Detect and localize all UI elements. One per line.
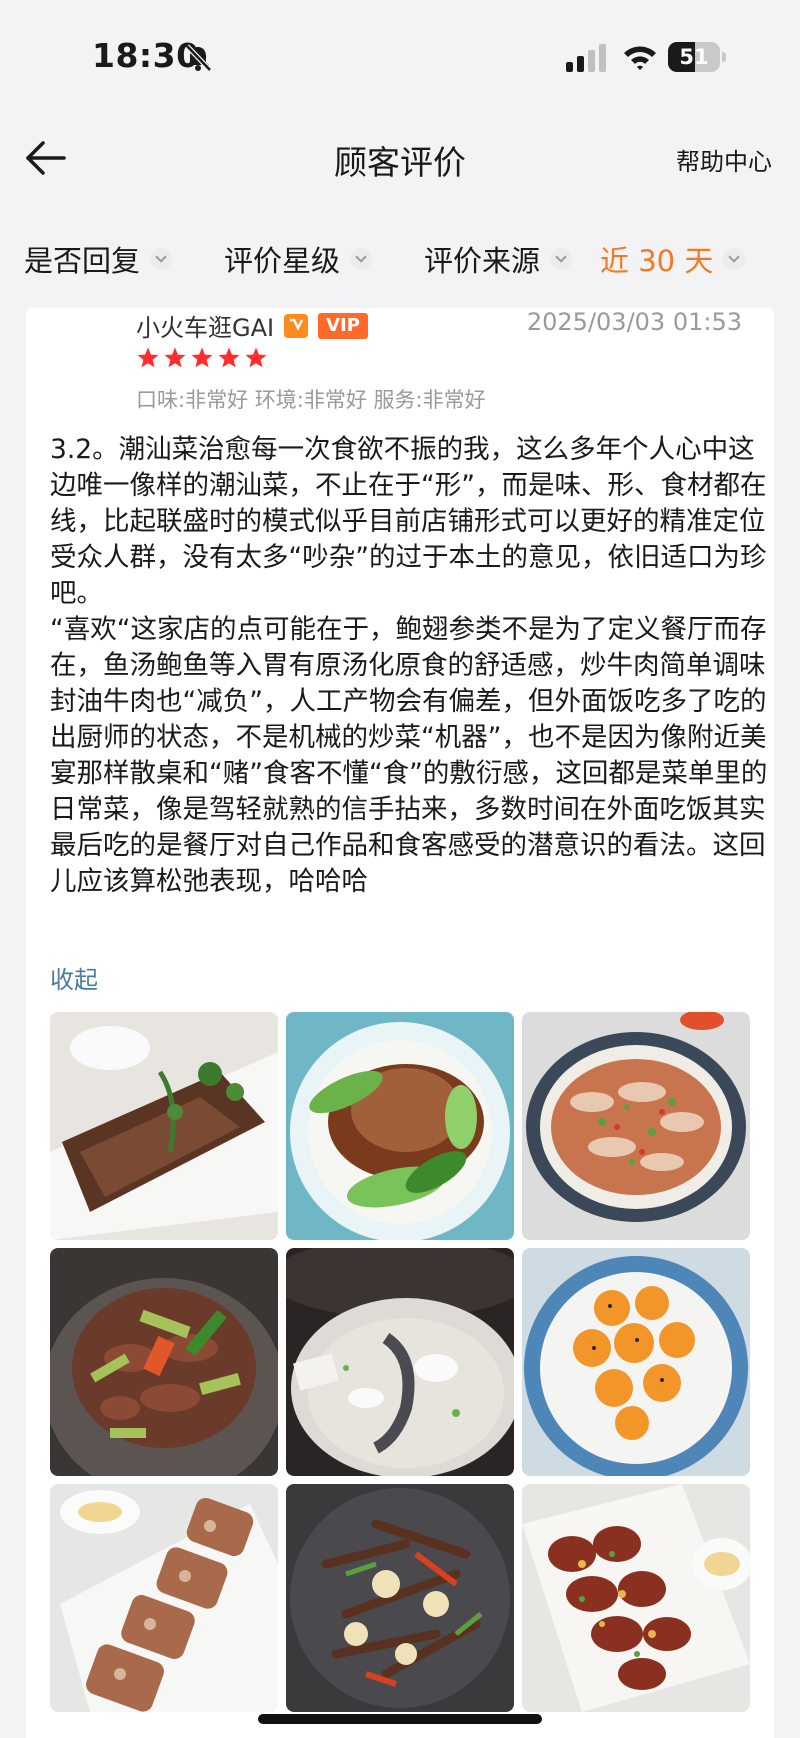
help-center-link[interactable]: 帮助中心 — [676, 142, 772, 177]
star-rating — [136, 346, 268, 370]
star-icon — [218, 347, 240, 368]
marinated-crab-photo[interactable] — [522, 1012, 750, 1240]
review-date: 2025/03/03 01:53 — [526, 308, 742, 336]
collapse-button[interactable]: 收起 — [50, 960, 98, 995]
home-indicator[interactable] — [258, 1714, 542, 1724]
crispy-rolls-photo[interactable] — [50, 1484, 278, 1712]
review-card: 小火车逛GAI VIP 2025/03/03 01:53 口味:非常好 环境:非… — [26, 308, 774, 1738]
filter-bar: 是否回复 评价星级 评价来源 近 30 天 — [0, 220, 800, 292]
battery-icon: 51 — [668, 42, 728, 72]
chevron-down-icon — [550, 248, 573, 270]
filter-reply-status[interactable]: 是否回复 — [24, 238, 173, 280]
bell-muted-icon — [185, 44, 212, 72]
filter-label: 是否回复 — [24, 244, 141, 278]
filter-review-source[interactable]: 评价来源 — [424, 238, 573, 280]
filter-label: 近 30 天 — [600, 244, 714, 278]
reviewer: 小火车逛GAI VIP — [136, 308, 368, 343]
chevron-down-icon — [350, 248, 373, 270]
filter-label: 评价来源 — [424, 244, 541, 278]
braised-abalone-bok-choy-photo[interactable] — [286, 1012, 514, 1240]
fried-pork-bites-photo[interactable] — [522, 1484, 750, 1712]
filter-date-range[interactable]: 近 30 天 — [600, 238, 746, 280]
fried-shrimp-balls-photo[interactable] — [522, 1248, 750, 1476]
filter-star-rating[interactable]: 评价星级 — [224, 238, 373, 280]
top-nav: 顾客评价 帮助中心 — [0, 118, 800, 200]
stir-fried-mushrooms-photo[interactable] — [286, 1484, 514, 1712]
star-icon — [164, 347, 186, 368]
filter-label: 评价星级 — [224, 244, 341, 278]
star-icon — [245, 347, 267, 368]
reviewer-name: 小火车逛GAI — [136, 314, 275, 342]
fish-soup-photo[interactable] — [286, 1248, 514, 1476]
star-icon — [191, 347, 213, 368]
review-text: 3.2。潮汕菜治愈每一次食欲不振的我，这么多年个人心中这边唯一像样的潮汕菜，不止… — [50, 432, 770, 900]
cellular-signal-icon — [566, 44, 606, 72]
review-paragraph: 3.2。潮汕菜治愈每一次食欲不振的我，这么多年个人心中这边唯一像样的潮汕菜，不止… — [50, 434, 767, 609]
user-level-badge — [284, 313, 309, 338]
review-paragraph: “喜欢“这家店的点可能在于，鲍翅参类不是为了定义餐厅而存在，鱼汤鲍鱼等入胃有原汤… — [50, 614, 768, 897]
sub-scores: 口味:非常好 环境:非常好 服务:非常好 — [136, 388, 486, 412]
battery-level: 51 — [679, 45, 709, 69]
chevron-down-icon — [723, 248, 746, 270]
stir-fried-beef-greens-photo[interactable] — [50, 1248, 278, 1476]
chevron-down-icon — [150, 248, 173, 270]
wifi-icon — [624, 46, 656, 70]
braised-goose-slices-photo[interactable] — [50, 1012, 278, 1240]
star-icon — [137, 347, 159, 368]
vip-badge: VIP — [318, 312, 368, 339]
level-icon — [290, 318, 304, 331]
status-bar: 18:30 51 — [0, 0, 800, 118]
